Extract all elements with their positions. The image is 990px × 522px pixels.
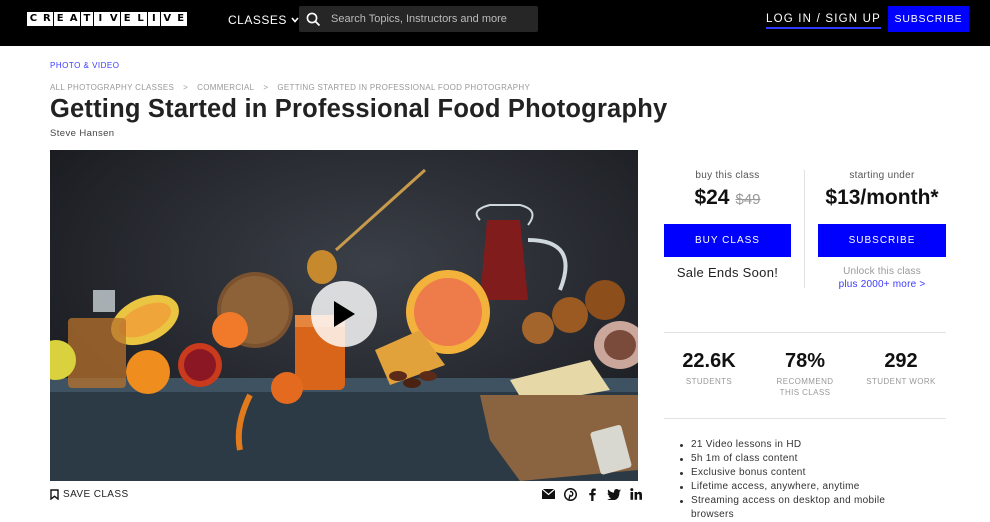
divider — [664, 332, 946, 333]
stat-students: 22.6K STUDENTS — [672, 350, 746, 387]
creativelive-logo[interactable]: C R E A T I V E L I V E — [27, 12, 188, 26]
logo-letter: L — [134, 12, 147, 26]
feature-item: Streaming access on desktop and mobile b… — [680, 494, 920, 522]
search-box[interactable] — [299, 6, 538, 32]
logo-letter: V — [107, 12, 121, 26]
stat-value: 78% — [784, 350, 826, 372]
play-icon — [334, 301, 355, 327]
classes-menu-button[interactable]: CLASSES — [228, 13, 299, 27]
breadcrumb: ALL PHOTOGRAPHY CLASSES > COMMERCIAL > G… — [50, 83, 530, 92]
logo-letter: I — [93, 12, 107, 26]
breadcrumb-item[interactable]: COMMERCIAL — [197, 83, 254, 92]
original-price: $49 — [735, 191, 761, 208]
buy-class-panel: buy this class $24 $49 BUY CLASS Sale End… — [664, 170, 791, 280]
subscribe-label: starting under — [849, 170, 915, 181]
email-icon[interactable] — [541, 487, 555, 501]
save-class-button[interactable]: SAVE CLASS — [50, 489, 129, 500]
category-link[interactable]: PHOTO & VIDEO — [50, 61, 119, 70]
logo-letter: I — [147, 12, 161, 26]
stat-label: STUDENT WORK — [866, 377, 936, 386]
twitter-icon[interactable] — [607, 487, 621, 501]
stat-student-work: 292 STUDENT WORK — [864, 350, 938, 387]
login-signup-link[interactable]: LOG IN / SIGN UP — [766, 13, 882, 29]
stat-value: 22.6K — [682, 350, 736, 372]
logo-letter: E — [53, 12, 67, 26]
subscribe-header-button[interactable]: SUBSCRIBE — [888, 6, 969, 32]
play-button[interactable] — [311, 281, 377, 347]
current-price: $24 — [694, 186, 730, 209]
classes-label: CLASSES — [228, 13, 287, 27]
instructor-name[interactable]: Steve Hansen — [50, 128, 114, 139]
subscription-price: $13/month* — [825, 186, 939, 209]
search-icon — [306, 12, 321, 26]
more-classes-link[interactable]: plus 2000+ more > — [818, 278, 946, 291]
stat-recommend: 78% RECOMMEND THIS CLASS — [768, 350, 842, 398]
feature-item: Lifetime access, anywhere, anytime — [680, 480, 920, 494]
logo-letter: T — [80, 12, 94, 26]
share-buttons — [541, 487, 643, 501]
unlock-label: Unlock this class — [843, 266, 921, 277]
buy-class-button[interactable]: BUY CLASS — [664, 224, 791, 257]
unlock-text: Unlock this class plus 2000+ more > — [818, 265, 946, 291]
divider — [804, 170, 805, 288]
sale-notice: Sale Ends Soon! — [676, 265, 779, 280]
breadcrumb-item[interactable]: GETTING STARTED IN PROFESSIONAL FOOD PHO… — [277, 83, 530, 92]
save-class-label: SAVE CLASS — [63, 489, 129, 500]
subscribe-panel: starting under $13/month* SUBSCRIBE Unlo… — [818, 170, 946, 291]
buy-label: buy this class — [695, 170, 760, 181]
class-features-list: 21 Video lessons in HD 5h 1m of class co… — [680, 438, 920, 522]
logo-letter: R — [40, 12, 54, 26]
feature-item: 5h 1m of class content — [680, 452, 920, 466]
divider — [664, 418, 946, 419]
page-title: Getting Started in Professional Food Pho… — [50, 95, 668, 123]
video-player[interactable] — [50, 150, 638, 481]
feature-item: Exclusive bonus content — [680, 466, 920, 480]
stat-label: RECOMMEND THIS CLASS — [776, 377, 834, 397]
stat-label: STUDENTS — [685, 377, 733, 386]
chevron-down-icon — [291, 17, 299, 23]
class-price: $24 $49 — [664, 186, 791, 210]
logo-letter: E — [174, 12, 188, 26]
subscribe-button[interactable]: SUBSCRIBE — [818, 224, 946, 257]
search-input[interactable] — [331, 13, 521, 25]
top-navigation-bar: C R E A T I V E L I V E CLASSES LOG IN /… — [0, 0, 990, 46]
logo-letter: E — [120, 12, 134, 26]
logo-letter: V — [160, 12, 174, 26]
breadcrumb-separator: > — [183, 83, 189, 92]
facebook-icon[interactable] — [585, 487, 599, 501]
bookmark-icon — [50, 489, 59, 500]
pinterest-icon[interactable] — [563, 487, 577, 501]
breadcrumb-separator: > — [263, 83, 269, 92]
logo-letter: C — [27, 12, 40, 26]
stat-value: 292 — [884, 350, 918, 372]
logo-letter: A — [67, 12, 80, 26]
linkedin-icon[interactable] — [629, 487, 643, 501]
breadcrumb-item[interactable]: ALL PHOTOGRAPHY CLASSES — [50, 83, 174, 92]
feature-item: 21 Video lessons in HD — [680, 438, 920, 452]
